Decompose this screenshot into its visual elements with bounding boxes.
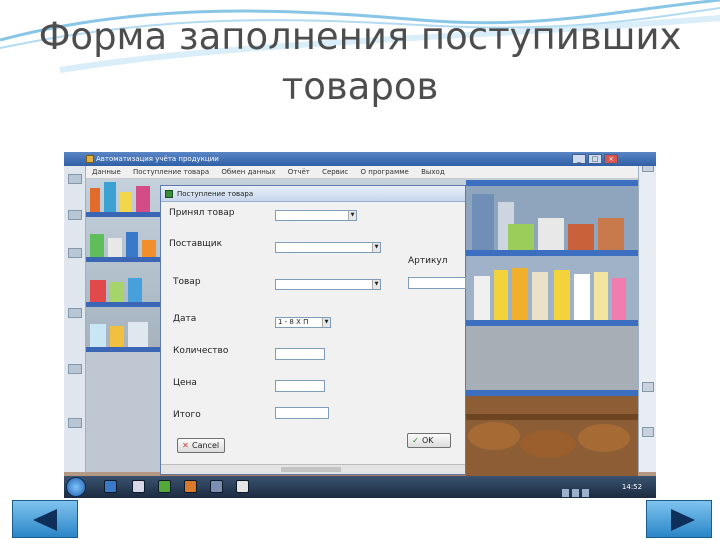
sidebar-icon[interactable] <box>68 210 82 220</box>
menu-item-service[interactable]: Сервис <box>322 168 348 176</box>
ok-button-label: OK <box>422 436 434 445</box>
menu-item-report[interactable]: Отчёт <box>288 168 310 176</box>
chevron-down-icon[interactable]: ▼ <box>348 211 356 220</box>
taskbar-app-icon[interactable] <box>104 480 117 493</box>
tray-icon[interactable] <box>562 489 569 497</box>
cancel-button-label: Cancel <box>192 441 220 450</box>
menu-item-data[interactable]: Данные <box>92 168 121 176</box>
taskbar-app-icon[interactable] <box>132 480 145 493</box>
product-combo[interactable]: ▼ <box>275 279 381 290</box>
total-input[interactable] <box>275 407 329 419</box>
sidebar-icon[interactable] <box>68 174 82 184</box>
right-scroll-strip[interactable] <box>638 152 656 472</box>
product-label: Товар <box>173 277 201 287</box>
total-label: Итого <box>173 410 201 420</box>
dialog-icon <box>165 190 173 198</box>
date-label: Дата <box>173 314 197 324</box>
menu-item-about[interactable]: О программе <box>361 168 409 176</box>
cancel-button[interactable]: ✕ Cancel <box>177 438 225 453</box>
date-picker[interactable]: 1 - 8 Х П ▼ <box>275 317 331 328</box>
menu-item-exit[interactable]: Выход <box>421 168 445 176</box>
system-tray <box>562 482 602 497</box>
tray-icon[interactable] <box>582 489 589 497</box>
taskbar-app-icon[interactable] <box>158 480 171 493</box>
taskbar-app-icon[interactable] <box>184 480 197 493</box>
minimize-button[interactable]: _ <box>572 154 586 164</box>
prev-slide-button[interactable] <box>12 500 78 538</box>
sidebar-icon[interactable] <box>68 308 82 318</box>
chevron-down-icon[interactable]: ▼ <box>372 280 380 289</box>
app-icon <box>86 155 94 163</box>
slide: Форма заполнения поступивших товаров Авт… <box>0 0 720 540</box>
receipt-dialog: Поступление товара Принял товар ▼ Постав… <box>160 185 466 475</box>
triangle-left-icon <box>33 509 57 531</box>
chevron-down-icon[interactable]: ▼ <box>322 318 330 327</box>
sidebar-icon[interactable] <box>68 248 82 258</box>
app-title: Автоматизация учёта продукции <box>96 155 219 163</box>
left-sidebar-strip <box>64 152 86 472</box>
menu-item-exchange[interactable]: Обмен данных <box>221 168 275 176</box>
price-input[interactable] <box>275 380 325 392</box>
app-titlebar: Автоматизация учёта продукции _ □ × <box>64 152 656 166</box>
menu-item-receipt[interactable]: Поступление товара <box>133 168 209 176</box>
date-value: 1 - 8 Х П <box>278 318 309 326</box>
tray-icon[interactable] <box>572 489 579 497</box>
dialog-horizontal-scrollbar[interactable] <box>161 464 465 474</box>
maximize-button[interactable]: □ <box>588 154 602 164</box>
cancel-icon: ✕ <box>182 441 189 450</box>
price-label: Цена <box>173 378 197 388</box>
dialog-title: Поступление товара <box>177 190 254 198</box>
dialog-titlebar: Поступление товара <box>161 186 465 202</box>
quantity-input[interactable] <box>275 348 325 360</box>
chevron-down-icon[interactable]: ▼ <box>372 243 380 252</box>
supplier-label: Поставщик <box>169 239 223 249</box>
slide-title: Форма заполнения поступивших товаров <box>38 15 682 108</box>
scroll-down-icon[interactable] <box>642 427 654 437</box>
triangle-right-icon <box>671 509 695 531</box>
application-screenshot: Автоматизация учёта продукции _ □ × Данн… <box>64 152 656 498</box>
taskbar-app-icon[interactable] <box>236 480 249 493</box>
taskbar-clock: 14:52 <box>621 483 643 491</box>
quantity-label: Количество <box>173 346 229 356</box>
scroll-thumb-icon[interactable] <box>642 382 654 392</box>
next-slide-button[interactable] <box>646 500 712 538</box>
accepted-by-combo[interactable]: ▼ <box>275 210 357 221</box>
taskbar: 14:52 <box>64 476 656 498</box>
taskbar-app-icon[interactable] <box>210 480 223 493</box>
ok-button[interactable]: ✓ OK <box>407 433 451 448</box>
accepted-by-label: Принял товар <box>169 208 235 218</box>
article-input[interactable] <box>408 277 466 289</box>
app-menubar: Данные Поступление товара Обмен данных О… <box>86 166 638 179</box>
checkmark-icon: ✓ <box>412 436 419 445</box>
supplier-combo[interactable]: ▼ <box>275 242 381 253</box>
sidebar-icon[interactable] <box>68 364 82 374</box>
close-button[interactable]: × <box>604 154 618 164</box>
scrollbar-thumb[interactable] <box>281 467 341 472</box>
start-button[interactable] <box>66 477 86 497</box>
sidebar-icon[interactable] <box>68 418 82 428</box>
article-label: Артикул <box>408 256 448 266</box>
